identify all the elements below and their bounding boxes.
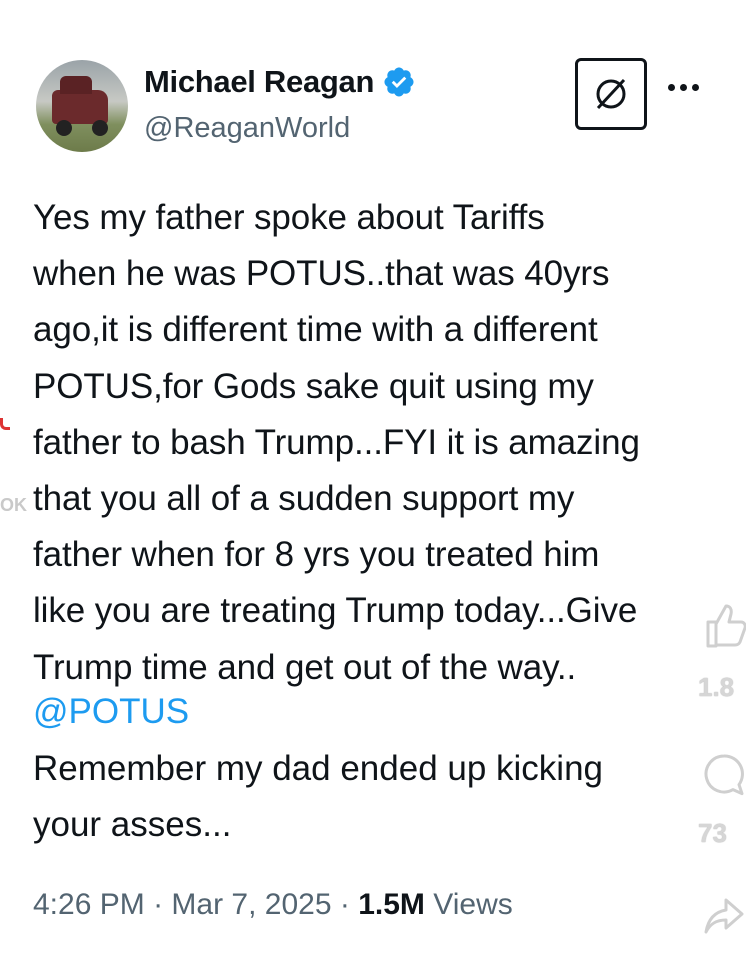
- meta-separator: ·: [153, 888, 164, 921]
- grok-button[interactable]: [575, 58, 647, 130]
- overlay-watermark: OK: [0, 495, 27, 515]
- tweet-text: Yes my father spoke about Tariffs when h…: [33, 198, 640, 687]
- user-handle[interactable]: @ReaganWorld: [144, 112, 350, 145]
- tweet-date[interactable]: Mar 7, 2025: [171, 888, 331, 921]
- share-arrow-icon[interactable]: [702, 890, 746, 940]
- avatar[interactable]: [36, 60, 128, 152]
- mention-link[interactable]: @POTUS: [33, 684, 189, 740]
- avatar-truck: [52, 76, 108, 124]
- like-count: 1.8: [698, 672, 735, 702]
- tweet-meta: 4:26 PM · Mar 7, 2025 · 1.5M Views: [33, 888, 513, 922]
- author-name-row: Michael Reagan: [144, 64, 416, 100]
- tweet-screenshot: Michael Reagan @ReaganWorld Yes my fathe…: [0, 0, 746, 953]
- grok-icon: [596, 78, 626, 110]
- overlay-edge-icon: [0, 418, 10, 430]
- verified-badge-icon: [384, 67, 414, 97]
- meta-separator: ·: [339, 888, 350, 921]
- more-icon[interactable]: [668, 84, 699, 91]
- tweet-text-continued: Remember my dad ended up kicking your as…: [33, 749, 604, 844]
- views-label: Views: [433, 888, 513, 921]
- views-count: 1.5M: [358, 888, 425, 921]
- comment-bubble-icon[interactable]: [702, 750, 746, 800]
- display-name[interactable]: Michael Reagan: [144, 64, 374, 100]
- comment-count: 73: [698, 818, 727, 848]
- thumbs-up-icon[interactable]: [702, 600, 746, 650]
- tweet-time[interactable]: 4:26 PM: [33, 888, 145, 921]
